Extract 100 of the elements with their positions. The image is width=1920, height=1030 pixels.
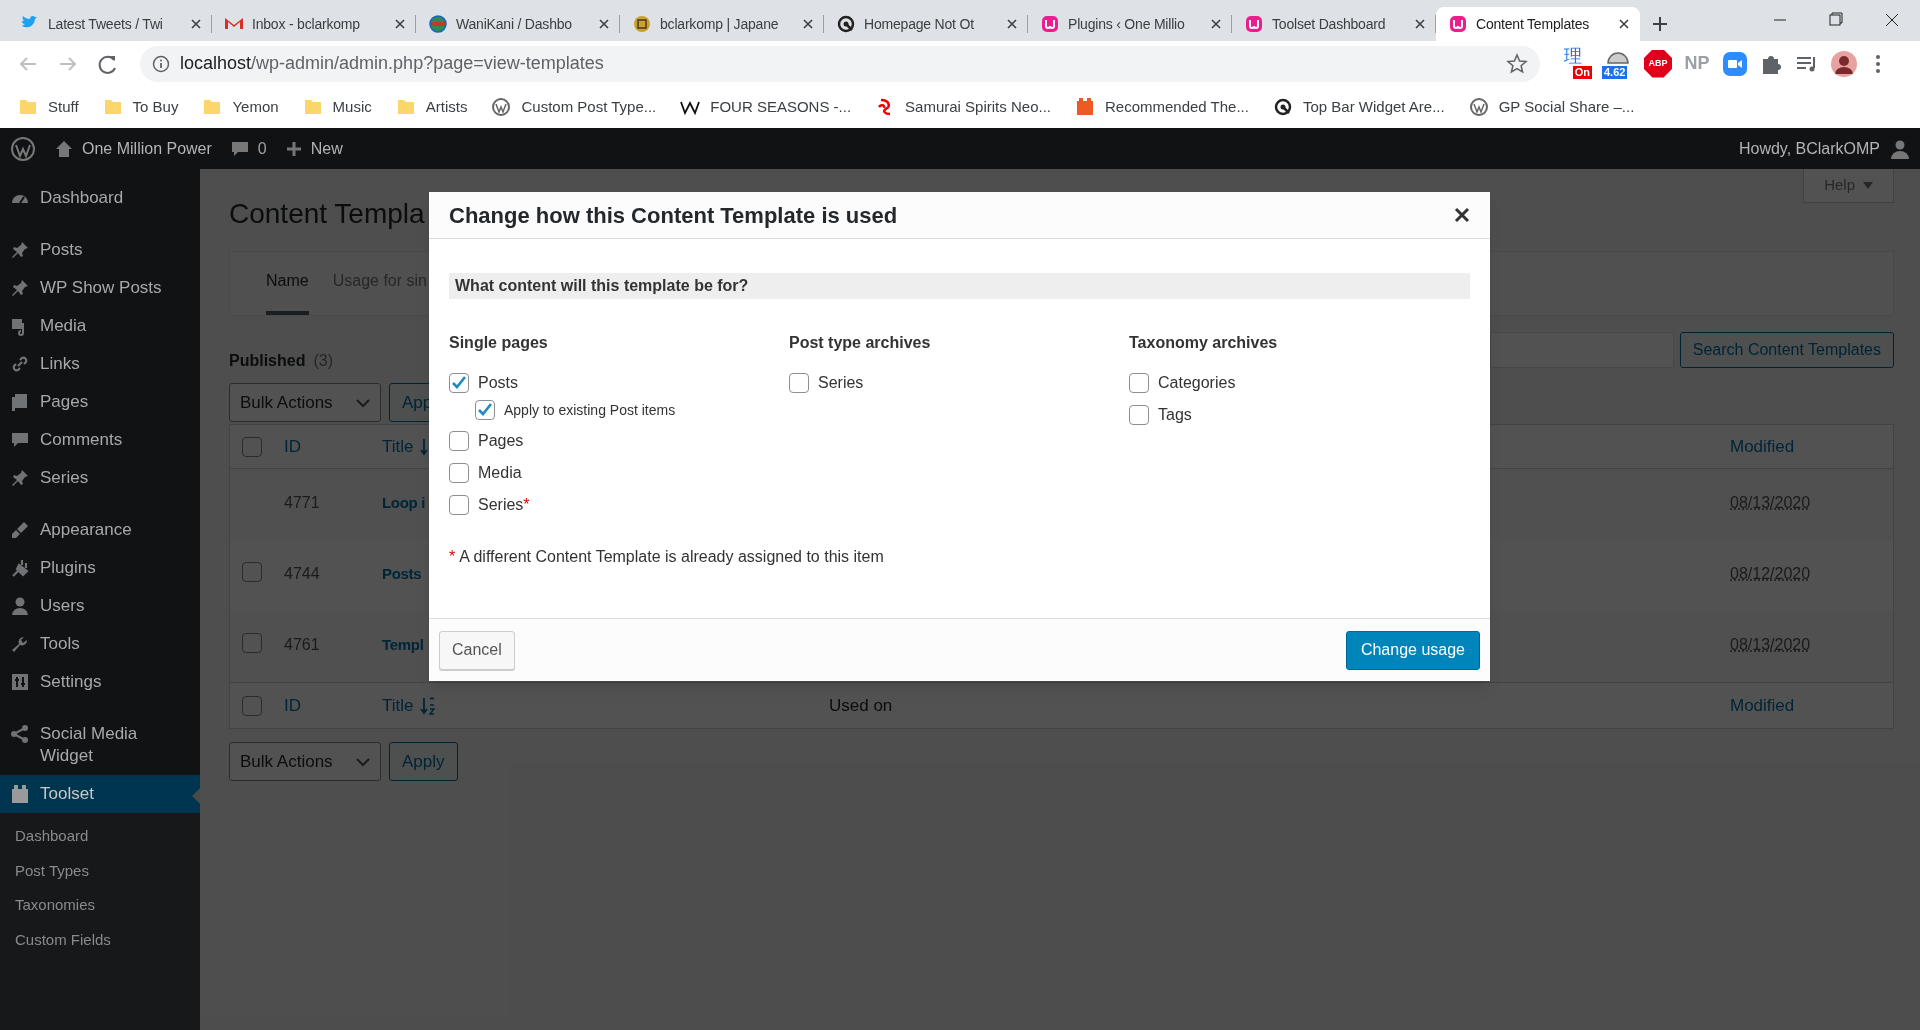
checkbox[interactable]	[449, 495, 469, 515]
ring-icon	[1272, 97, 1293, 117]
close-icon[interactable]	[598, 18, 610, 30]
bookmark[interactable]: GP Social Share –...	[1464, 95, 1639, 119]
search-field[interactable]	[1489, 332, 1674, 368]
video-camera-icon[interactable]	[1722, 50, 1748, 77]
browser-tab[interactable]: Inbox - bclarkomp	[212, 7, 416, 41]
profile-avatar[interactable]	[1830, 49, 1858, 78]
option-label: Posts	[478, 373, 518, 393]
plug-icon	[10, 558, 30, 578]
cancel-button[interactable]: Cancel	[439, 630, 515, 670]
close-icon[interactable]	[190, 18, 202, 30]
plus-icon	[284, 139, 303, 158]
blocks-icon	[10, 784, 30, 804]
sidebar-item[interactable]: Media	[0, 307, 200, 345]
bookmark[interactable]: Custom Post Type...	[487, 95, 661, 119]
site-name-link[interactable]: One Million Power	[54, 136, 212, 161]
home-icon	[54, 138, 74, 159]
adblock-extension-button[interactable]: ABP	[1644, 49, 1672, 78]
sidebar-item[interactable]: Social Media Widget	[0, 715, 200, 775]
chevron-down-icon	[356, 397, 370, 408]
checkbox[interactable]	[1129, 373, 1149, 393]
bookmark[interactable]: To Buy	[98, 95, 183, 119]
bookmark[interactable]: FOUR SEASONS -...	[676, 95, 856, 119]
bookmark[interactable]: Artists	[391, 95, 472, 119]
sidebar-item[interactable]: Plugins	[0, 549, 200, 587]
submenu-item[interactable]: Taxonomies	[0, 888, 200, 923]
sidebar-item[interactable]: Links	[0, 345, 200, 383]
speed-extension-button[interactable]: 4.62	[1602, 48, 1634, 79]
column-heading: Single pages	[449, 333, 549, 353]
row-checkbox[interactable]	[242, 695, 262, 716]
bookmark[interactable]: Music	[298, 95, 376, 119]
column-heading: Taxonomy archives	[1129, 333, 1279, 353]
browser-tab[interactable]: bclarkomp | Japane	[620, 7, 824, 41]
browser-tab[interactable]: Content Templates	[1436, 7, 1640, 41]
row-checkbox[interactable]	[242, 562, 262, 582]
change-usage-button[interactable]: Change usage	[1345, 630, 1480, 670]
checkbox[interactable]	[449, 463, 469, 483]
sidebar-item[interactable]: Toolset	[0, 775, 200, 813]
checkbox[interactable]	[789, 373, 809, 393]
translate-extension-button[interactable]: 理 On	[1562, 48, 1592, 79]
checkbox[interactable]	[475, 400, 495, 420]
close-icon[interactable]	[1454, 207, 1470, 223]
bookmark[interactable]: Top Bar Widget Are...	[1268, 95, 1449, 119]
close-icon[interactable]	[1210, 18, 1222, 30]
address-bar[interactable]: localhost/wp-admin/admin.php?page=view-templates	[140, 45, 1540, 82]
account-link[interactable]: Howdy, BClarkOMP	[1738, 136, 1920, 161]
close-icon[interactable]	[1006, 18, 1018, 30]
brick-icon	[1075, 97, 1095, 117]
wordpress-icon	[1468, 97, 1489, 117]
sidebar-item[interactable]: Pages	[0, 383, 200, 421]
chevron-down-icon	[356, 756, 370, 767]
comments-link[interactable]: 0	[229, 136, 267, 161]
checkbox[interactable]	[1129, 405, 1149, 425]
row-checkbox[interactable]	[242, 633, 262, 653]
globe-icon	[428, 14, 448, 34]
star-icon[interactable]	[1506, 52, 1528, 75]
sidebar-item[interactable]: Tools	[0, 625, 200, 663]
toolset-icon	[1448, 14, 1468, 34]
checkbox[interactable]	[449, 431, 469, 451]
folder-icon	[102, 97, 123, 117]
close-icon[interactable]	[802, 18, 814, 30]
seal-icon	[632, 14, 652, 34]
sidebar-item[interactable]: Dashboard	[0, 179, 200, 217]
submenu-item[interactable]: Custom Fields	[0, 922, 200, 957]
sidebar-item[interactable]: Settings	[0, 663, 200, 701]
brush-icon	[10, 520, 30, 540]
pin-icon	[10, 278, 30, 298]
link-icon	[10, 354, 30, 374]
submenu-item[interactable]: Post Types	[0, 853, 200, 888]
sort-icon	[419, 695, 436, 716]
bookmark[interactable]: Stuff	[14, 95, 83, 119]
wordpress-icon[interactable]	[10, 135, 36, 162]
browser-tab[interactable]: Latest Tweets / Twi	[8, 7, 212, 41]
new-content-link[interactable]: New	[284, 136, 343, 161]
row-checkbox[interactable]	[242, 436, 262, 457]
pin-icon	[10, 468, 30, 488]
close-icon[interactable]	[1618, 18, 1630, 30]
close-icon[interactable]	[1414, 18, 1426, 30]
user-icon	[1890, 138, 1910, 159]
sidebar-item[interactable]: WP Show Posts	[0, 269, 200, 307]
sidebar-item[interactable]: Appearance	[0, 511, 200, 549]
sidebar-item[interactable]: Posts	[0, 231, 200, 269]
bookmark[interactable]: Samurai Spirits Neo...	[871, 95, 1055, 119]
sidebar-item[interactable]: Comments	[0, 421, 200, 459]
ring-icon	[836, 14, 856, 34]
submenu-item[interactable]: Dashboard	[0, 819, 200, 854]
bookmark[interactable]: Recommended The...	[1071, 95, 1253, 119]
browser-tab[interactable]: WaniKani / Dashbo	[416, 7, 620, 41]
bookmark[interactable]: Yemon	[198, 95, 283, 119]
browser-tab[interactable]: Plugins ‹ One Millio	[1028, 7, 1232, 41]
checkbox[interactable]	[449, 373, 469, 393]
browser-tab[interactable]: Toolset Dashboard	[1232, 7, 1436, 41]
badge: 4.62	[1602, 65, 1628, 79]
info-icon	[152, 54, 170, 73]
close-icon[interactable]	[394, 18, 406, 30]
sidebar-item[interactable]: Users	[0, 587, 200, 625]
sidebar-item[interactable]: Series	[0, 459, 200, 497]
browser-tab[interactable]: Homepage Not Ot	[824, 7, 1028, 41]
pages-icon	[10, 392, 30, 412]
